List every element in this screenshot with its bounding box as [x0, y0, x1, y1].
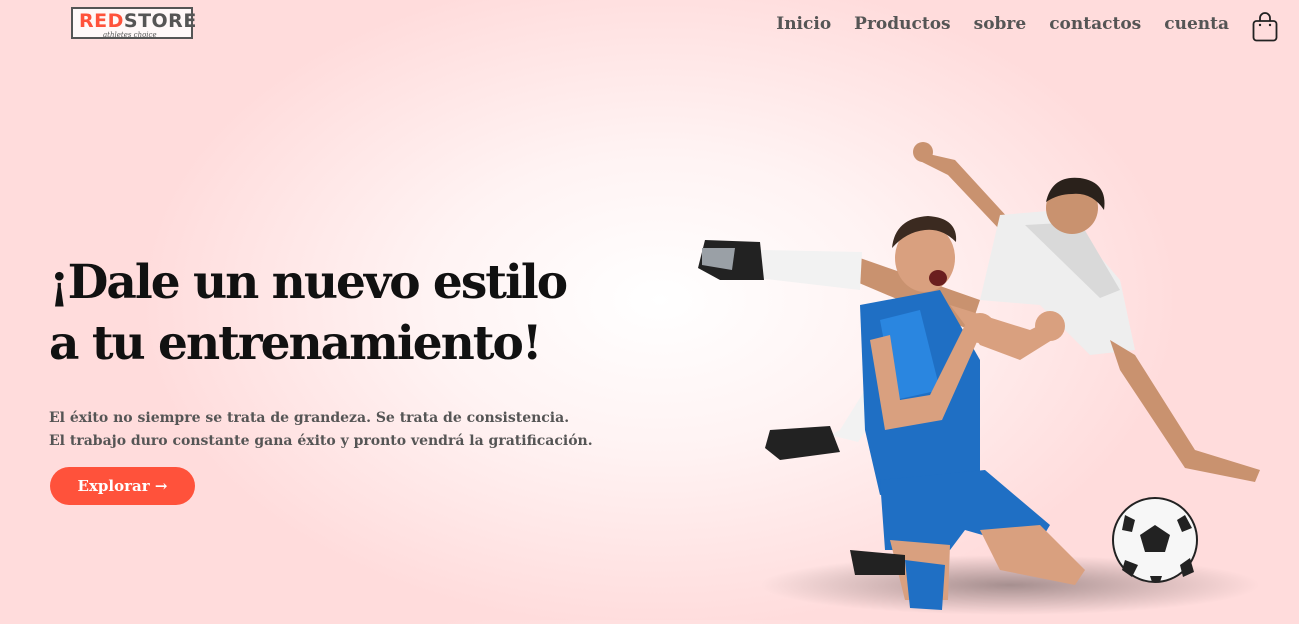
logo-tagline: athletes choice [103, 31, 157, 39]
nav-item-contactos[interactable]: contactos [1049, 14, 1141, 34]
hero-title-line-1: ¡Dale un nuevo estilo [49, 255, 568, 310]
nav-item-sobre[interactable]: sobre [974, 14, 1027, 34]
hero-title-line-2: a tu entrenamiento! [49, 316, 542, 371]
main-nav: Inicio Productos sobre contactos cuenta [776, 14, 1229, 34]
soccer-ball-figure [1112, 497, 1198, 583]
shopping-bag-icon[interactable] [1252, 12, 1278, 42]
nav-item-cuenta[interactable]: cuenta [1164, 14, 1229, 34]
hero-description: El éxito no siempre se trata de grandeza… [49, 407, 669, 453]
hero-description-line-1: El éxito no siempre se trata de grandeza… [49, 410, 570, 426]
hero-title: ¡Dale un nuevo estilo a tu entrenamiento… [49, 252, 609, 374]
logo-wordmark: REDSTORE [79, 10, 197, 32]
nav-item-inicio[interactable]: Inicio [776, 14, 831, 34]
logo[interactable]: REDSTORE athletes choice [71, 7, 196, 39]
explore-button[interactable]: Explorar → [50, 467, 195, 505]
logo-brand-dark: STORE [123, 10, 197, 32]
logo-brand-red: RED [79, 10, 124, 32]
hero-description-line-2: El trabajo duro constante gana éxito y p… [49, 433, 593, 449]
hero-image [680, 130, 1280, 620]
nav-item-productos[interactable]: Productos [854, 14, 950, 34]
